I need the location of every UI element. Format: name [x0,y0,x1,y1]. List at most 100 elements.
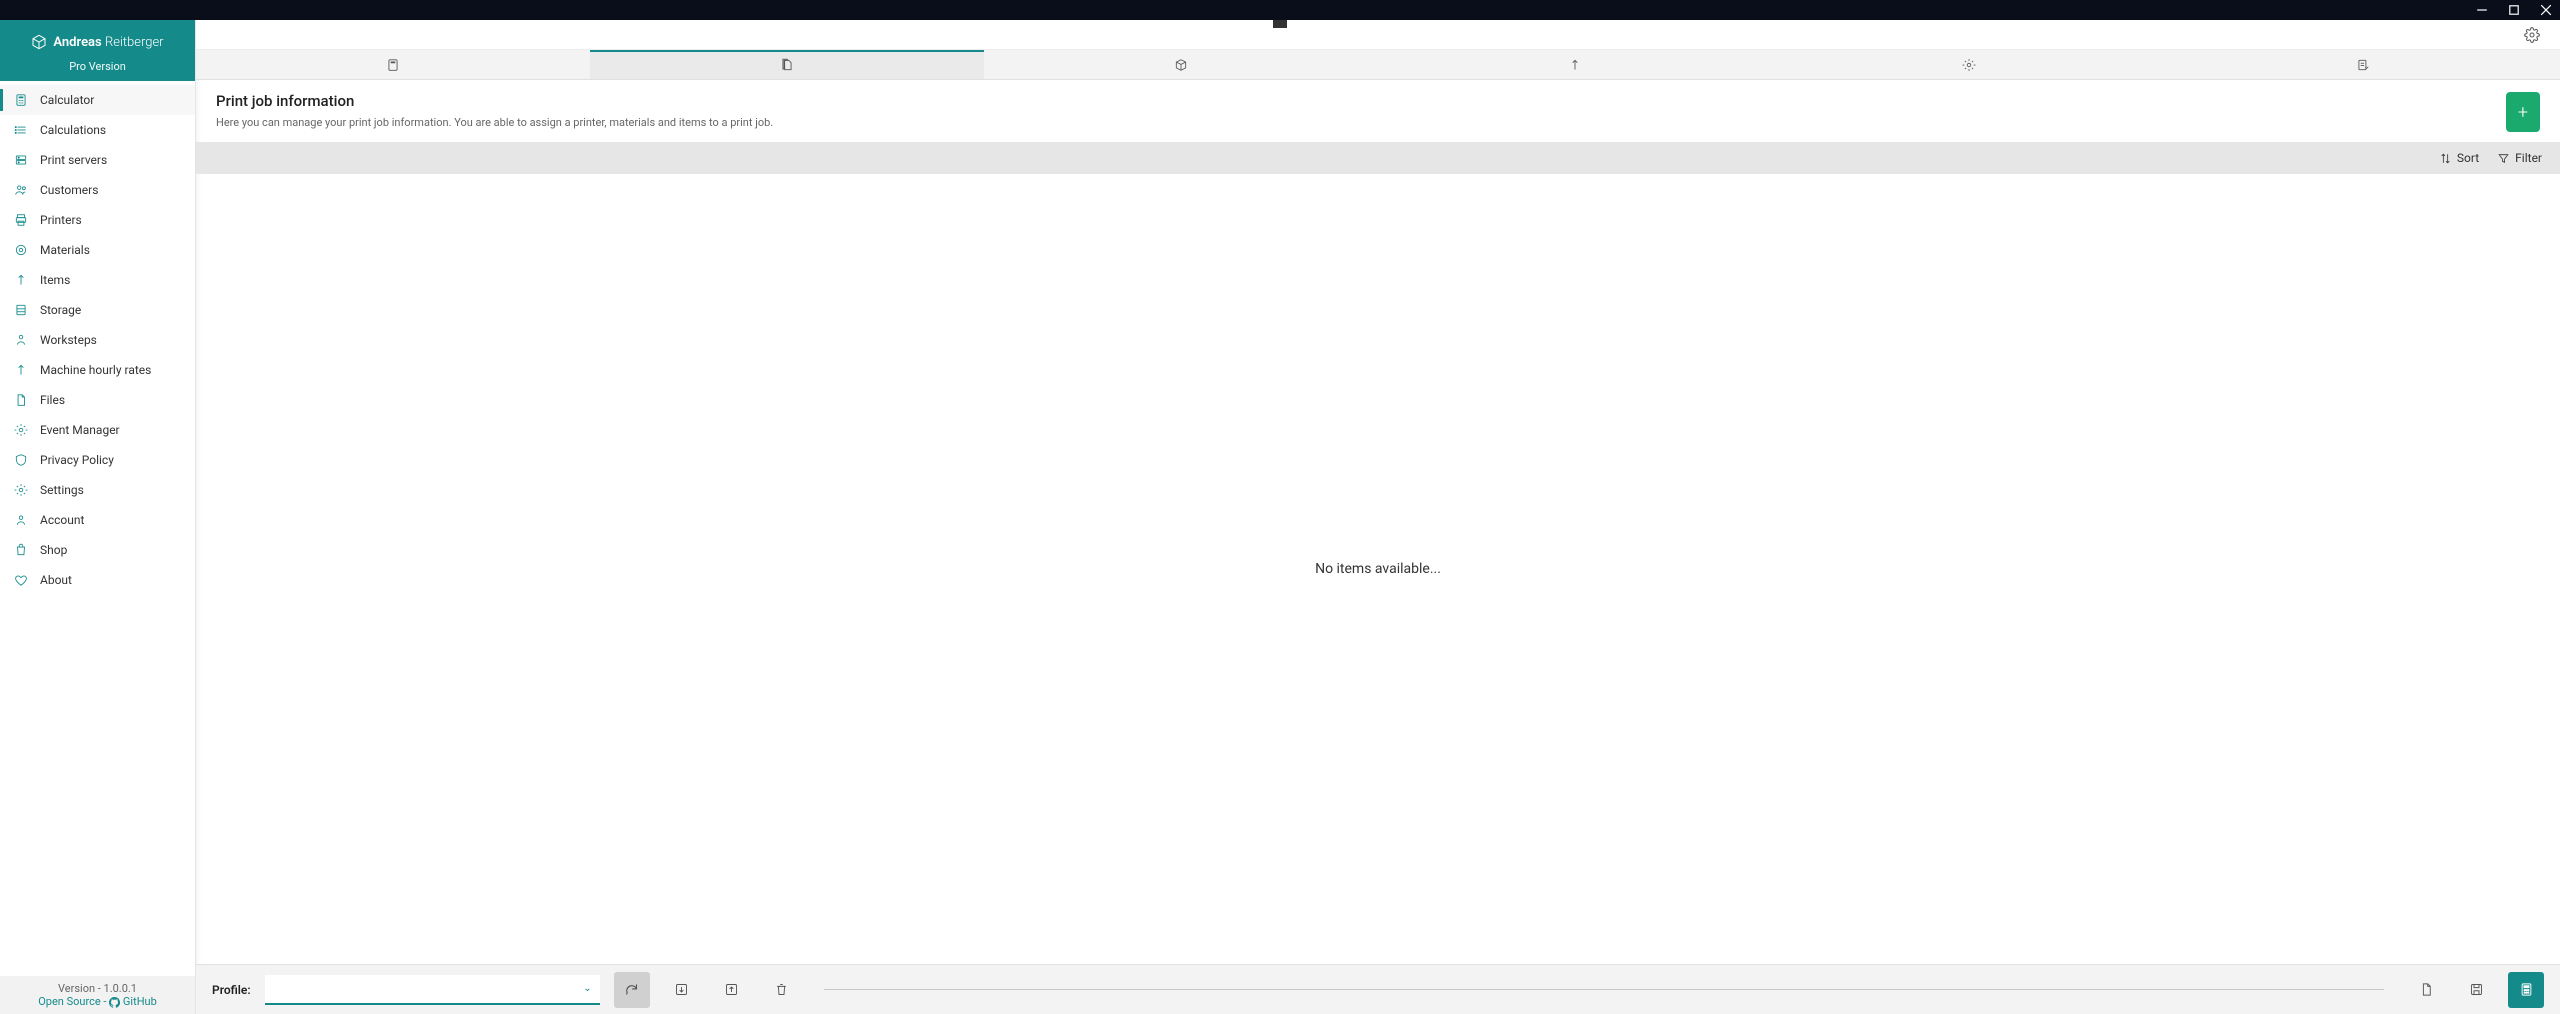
list-area: No items available... [196,174,2560,964]
sidebar-item-files[interactable]: Files [0,385,195,415]
file-icon [2419,982,2434,997]
new-file-button[interactable] [2408,972,2444,1008]
sidebar-item-label: Customers [40,183,98,197]
users-icon [14,183,28,197]
filter-button[interactable]: Filter [2497,151,2542,165]
gear-icon [1962,58,1976,72]
arrow-up-icon [1568,58,1582,72]
sidebar-item-label: Storage [40,303,81,317]
page-header: Print job information Here you can manag… [196,80,2560,142]
pro-badge: Pro Version [0,60,195,73]
sidebar-item-label: Event Manager [40,423,120,437]
sort-icon [2439,152,2452,165]
sidebar-item-shop[interactable]: Shop [0,535,195,565]
sidebar-item-about[interactable]: About [0,565,195,595]
import-button[interactable] [664,972,700,1008]
notch-indicator [1273,20,1287,28]
cube-icon [31,34,47,50]
storage-icon [14,303,28,317]
sidebar-item-account[interactable]: Account [0,505,195,535]
sidebar-item-printers[interactable]: Printers [0,205,195,235]
sidebar-header: Andreas Reitberger Pro Version [0,20,195,81]
sidebar-item-label: Settings [40,483,84,497]
files-icon [14,393,28,407]
tab-calculator[interactable] [196,50,590,79]
list-toolbar: Sort Filter [196,142,2560,174]
sidebar-item-items[interactable]: Items [0,265,195,295]
empty-state-text: No items available... [1315,561,1441,577]
save-button[interactable] [2458,972,2494,1008]
settings-gear-icon[interactable] [2524,27,2540,43]
about-icon [14,573,28,587]
files-icon [780,58,794,72]
sidebar-item-label: Calculator [40,93,94,107]
sidebar-item-materials[interactable]: Materials [0,235,195,265]
version-text: Version - 1.0.0.1 [0,982,195,995]
filter-icon [2497,152,2510,165]
sidebar-item-label: Items [40,273,70,287]
sidebar-item-privacy[interactable]: Privacy Policy [0,445,195,475]
sidebar-item-label: Materials [40,243,90,257]
account-icon [14,513,28,527]
sidebar-item-customers[interactable]: Customers [0,175,195,205]
sidebar-item-label: Printers [40,213,82,227]
sidebar-item-label: Calculations [40,123,106,137]
open-source-link[interactable]: Open Source - GitHub [38,995,157,1008]
tab-files[interactable] [590,50,984,79]
divider [824,989,2384,990]
shop-icon [14,543,28,557]
tab-gear[interactable] [1772,50,2166,79]
bottom-bar: Profile: ⌄ [196,964,2560,1014]
sidebar-nav: Calculator Calculations Print servers Cu… [0,81,195,976]
close-button[interactable] [2540,4,2552,16]
add-button[interactable]: + [2506,92,2540,132]
sidebar-item-machine-rates[interactable]: Machine hourly rates [0,355,195,385]
sidebar-item-worksteps[interactable]: Worksteps [0,325,195,355]
sidebar-item-label: Machine hourly rates [40,363,151,377]
main-content: Print job information Here you can manag… [196,20,2560,1014]
refresh-icon [624,982,639,997]
trash-icon [774,982,789,997]
server-icon [14,153,28,167]
window-titlebar [0,0,2560,20]
sidebar-item-print-servers[interactable]: Print servers [0,145,195,175]
tab-arrow[interactable] [1378,50,1772,79]
sidebar-item-calculations[interactable]: Calculations [0,115,195,145]
refresh-button[interactable] [614,972,650,1008]
event-icon [14,423,28,437]
sidebar: Andreas Reitberger Pro Version Calculato… [0,20,196,1014]
sidebar-item-settings[interactable]: Settings [0,475,195,505]
import-icon [674,982,689,997]
maximize-button[interactable] [2508,4,2520,16]
chevron-down-icon: ⌄ [583,983,591,994]
sort-button[interactable]: Sort [2439,151,2479,165]
export-icon [724,982,739,997]
privacy-icon [14,453,28,467]
topbar [196,20,2560,50]
minimize-button[interactable] [2476,4,2488,16]
brand: Andreas Reitberger [0,34,195,50]
item-icon [14,273,28,287]
rates-icon [14,363,28,377]
calculator-icon [14,93,28,107]
sidebar-item-storage[interactable]: Storage [0,295,195,325]
tab-cube[interactable] [984,50,1378,79]
tab-checklist[interactable] [2166,50,2560,79]
tabbar [196,50,2560,80]
sidebar-footer: Version - 1.0.0.1 Open Source - GitHub [0,976,195,1014]
sidebar-item-calculator[interactable]: Calculator [0,85,195,115]
sidebar-item-event-manager[interactable]: Event Manager [0,415,195,445]
page-subtitle: Here you can manage your print job infor… [216,116,773,129]
printer-icon [14,213,28,227]
profile-select[interactable]: ⌄ [265,975,600,1005]
sidebar-item-label: Privacy Policy [40,453,114,467]
settings-icon [14,483,28,497]
worksteps-icon [14,333,28,347]
save-icon [2469,982,2484,997]
export-button[interactable] [714,972,750,1008]
delete-button[interactable] [764,972,800,1008]
sidebar-item-label: Account [40,513,84,527]
calculate-button[interactable] [2508,972,2544,1008]
page-title: Print job information [216,92,773,110]
calculator-icon [386,58,400,72]
